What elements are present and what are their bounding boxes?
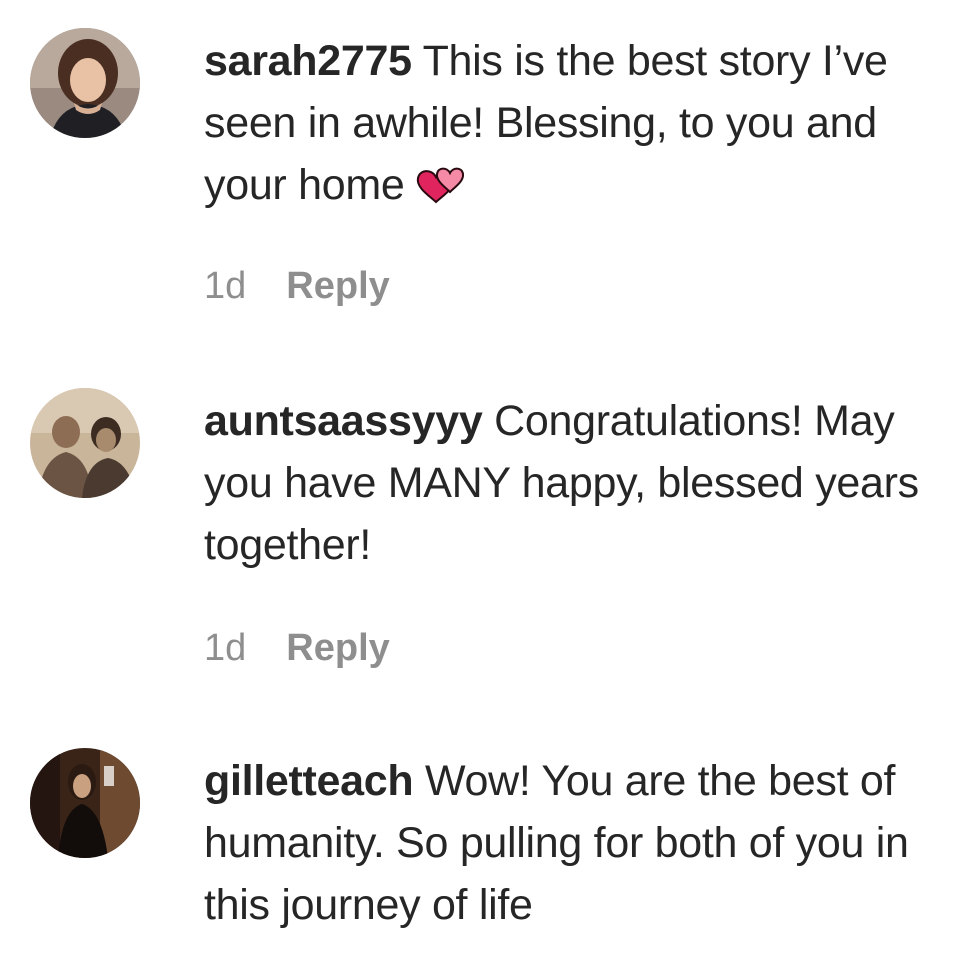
avatar[interactable]	[30, 388, 140, 498]
avatar-photo	[30, 28, 140, 138]
comment-body: auntsaassyyy Congratulations! May you ha…	[204, 390, 964, 576]
comment-username[interactable]: gilletteach	[204, 757, 414, 805]
comment-timestamp: 1d	[204, 265, 247, 307]
reply-button[interactable]: Reply	[286, 266, 389, 306]
comment-username[interactable]: sarah2775	[204, 37, 412, 85]
avatar-photo	[30, 748, 140, 858]
avatar[interactable]	[30, 28, 140, 138]
avatar-photo	[30, 388, 140, 498]
comment-body: sarah2775 This is the best story I’ve se…	[204, 30, 964, 216]
comment-meta: 1d Reply	[204, 266, 390, 306]
two-hearts-icon	[414, 160, 470, 204]
reply-button[interactable]: Reply	[286, 628, 389, 668]
comment-username[interactable]: auntsaassyyy	[204, 397, 483, 445]
comment-body: gilletteach Wow! You are the best of hum…	[204, 750, 964, 936]
avatar[interactable]	[30, 748, 140, 858]
comment-meta: 1d Reply	[204, 628, 390, 668]
comment-timestamp: 1d	[204, 627, 247, 669]
